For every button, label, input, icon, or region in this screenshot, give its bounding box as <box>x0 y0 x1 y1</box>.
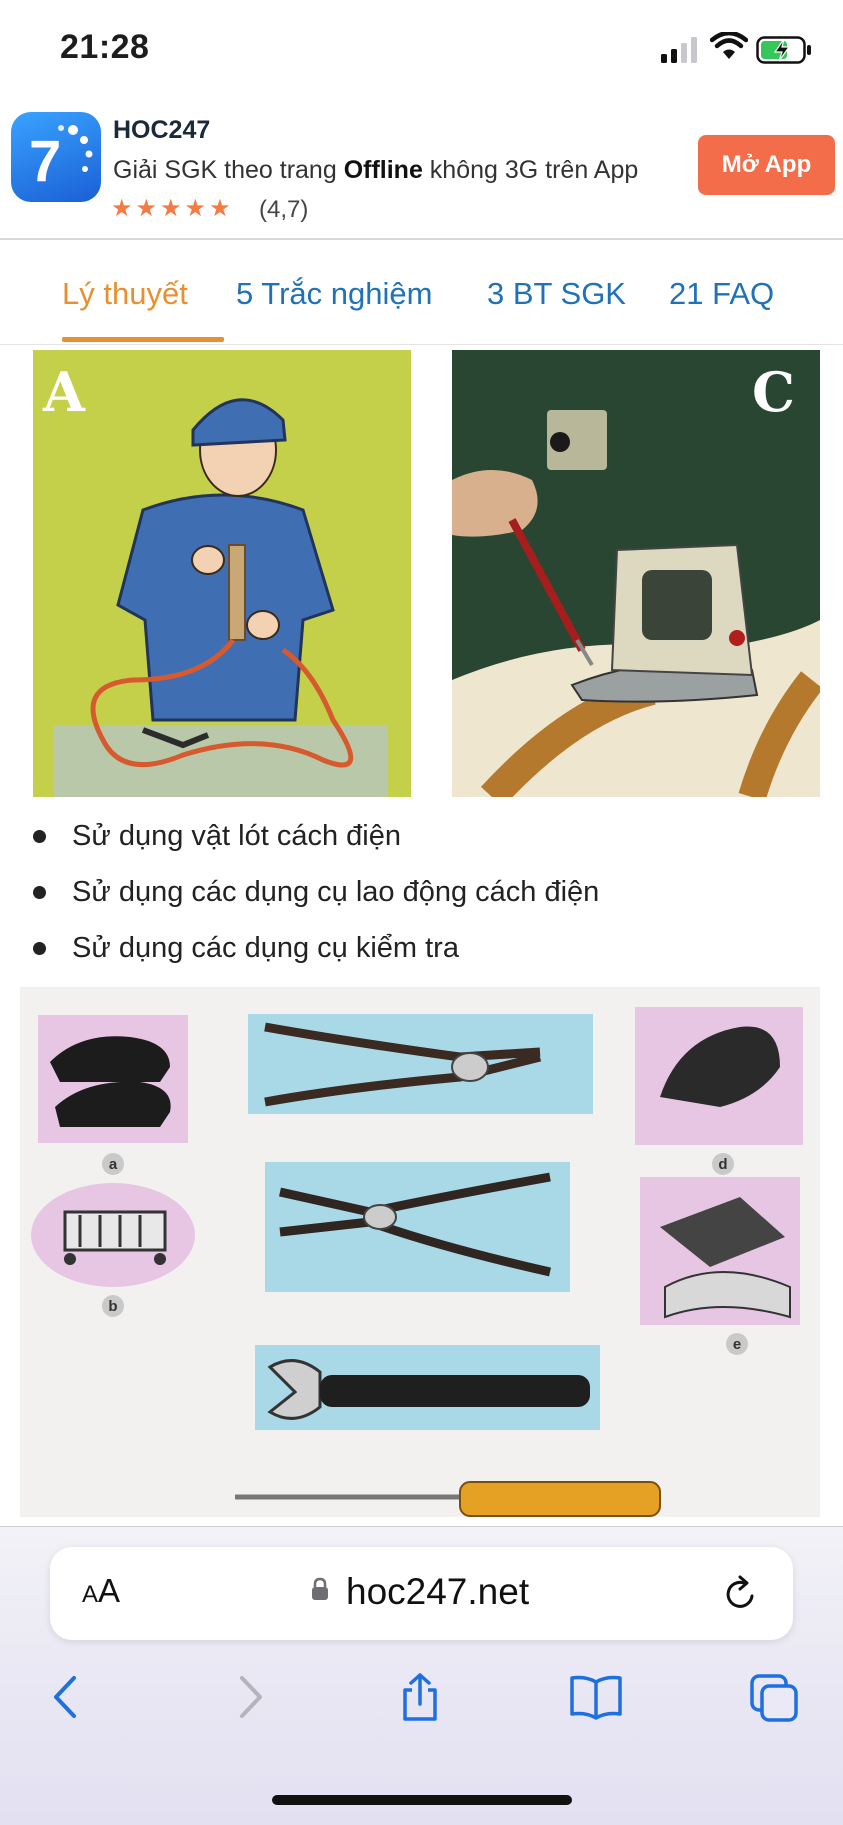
tab-trac-nghiem[interactable]: 5 Trắc nghiệm <box>236 276 432 312</box>
bullet-icon <box>33 941 46 955</box>
app-logo[interactable]: 7 <box>11 112 101 202</box>
open-app-button[interactable]: Mở App <box>698 135 835 195</box>
tool-label-d: d <box>712 1153 734 1175</box>
tools-illustration <box>31 1007 803 1517</box>
figure-label-a: A <box>43 360 85 424</box>
bookmarks-icon[interactable] <box>568 1672 624 1722</box>
logo-number: 7 <box>29 129 62 194</box>
rating-stars: ★★★★★ <box>111 195 234 222</box>
tool-label-a: a <box>102 1153 124 1175</box>
tab-faq[interactable]: 21 FAQ <box>669 276 774 312</box>
share-icon[interactable] <box>397 1672 443 1722</box>
app-name: HOC247 <box>113 116 211 144</box>
tool-label-e: e <box>726 1333 748 1355</box>
worker-illustration <box>33 350 411 797</box>
divider <box>0 238 843 240</box>
lock-icon <box>312 1577 328 1600</box>
bullet-icon <box>33 829 46 843</box>
tab-bt-sgk[interactable]: 3 BT SGK <box>487 276 626 312</box>
url-text[interactable]: hoc247.net <box>346 1571 529 1613</box>
rating-value: (4,7) <box>259 196 309 223</box>
tool-label-b: b <box>102 1295 124 1317</box>
safety-measures-list: Sử dụng vật lót cách điện Sử dụng các dụ… <box>30 808 830 976</box>
tabs-icon[interactable] <box>748 1672 800 1722</box>
reload-icon[interactable] <box>722 1574 760 1614</box>
figure-label-c: C <box>752 360 795 424</box>
reader-settings-button[interactable]: AA <box>82 1572 120 1610</box>
insulated-tools-figure: a b d e <box>20 987 820 1517</box>
photo-worker-illustration: A <box>33 350 411 797</box>
photo-iron-testing: C <box>452 350 820 797</box>
wifi-icon <box>710 32 748 59</box>
list-item: Sử dụng các dụng cụ lao động cách điện <box>30 864 830 920</box>
status-time: 21:28 <box>60 28 150 66</box>
battery-charging-icon <box>756 36 811 64</box>
app-tagline: Giải SGK theo trang Offline không 3G trê… <box>113 156 639 184</box>
bullet-icon <box>33 885 46 899</box>
back-icon[interactable] <box>44 1672 90 1722</box>
home-indicator[interactable] <box>272 1795 572 1805</box>
forward-icon[interactable] <box>226 1672 272 1722</box>
tab-ly-thuyet[interactable]: Lý thuyết <box>62 276 188 312</box>
cellular-signal-icon <box>661 37 697 63</box>
divider <box>0 344 843 345</box>
list-item: Sử dụng các dụng cụ kiểm tra <box>30 920 830 976</box>
list-item: Sử dụng vật lót cách điện <box>30 808 830 864</box>
active-tab-indicator <box>62 337 224 342</box>
